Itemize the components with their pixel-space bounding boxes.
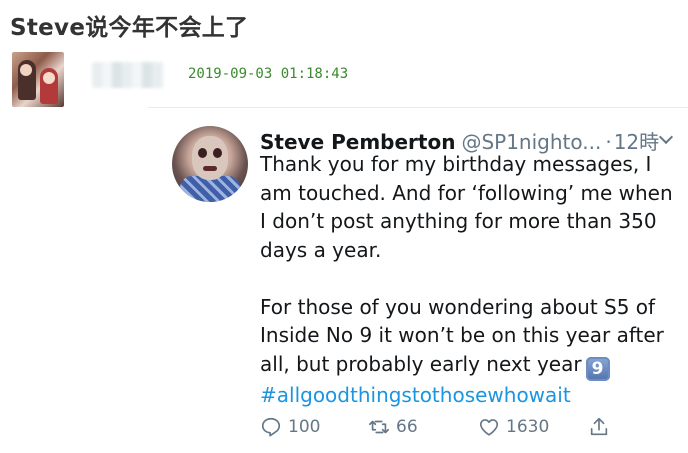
share-icon bbox=[590, 417, 608, 436]
tweet-avatar[interactable] bbox=[172, 126, 248, 202]
retweet-icon bbox=[369, 420, 389, 434]
tweet-actions: 100 66 1630 bbox=[260, 416, 680, 442]
like-count: 1630 bbox=[506, 417, 550, 437]
poster-name-blurred bbox=[92, 62, 164, 88]
tweet-line: Inside No 9 it won’t be on this year aft… bbox=[260, 323, 664, 347]
retweet-count: 66 bbox=[396, 417, 418, 437]
tweet-line: days a year. bbox=[260, 237, 382, 262]
tweet-line: am touched. And for ‘following’ me when bbox=[260, 180, 673, 205]
retweet-button[interactable]: 66 bbox=[368, 416, 418, 438]
share-button[interactable] bbox=[588, 416, 616, 438]
tweet-line: all, but probably early next year bbox=[260, 351, 582, 376]
reply-icon bbox=[261, 417, 281, 437]
tweet-line: For those of you wondering about S5 of bbox=[260, 294, 656, 319]
post-timestamp: 2019-09-03 01:18:43 bbox=[188, 66, 349, 82]
hashtag-link[interactable]: #allgoodthingstothosewhowait bbox=[260, 381, 680, 410]
post-title: Steve说今年不会上了 bbox=[10, 15, 249, 41]
tweet-card[interactable]: Steve Pemberton @SP1nighto... · 12時 Thank y… bbox=[148, 108, 688, 453]
reply-count: 100 bbox=[288, 417, 321, 437]
reply-button[interactable]: 100 bbox=[260, 416, 320, 438]
tweet-line: I don’t post anything for more than 350 bbox=[260, 209, 657, 233]
poster-avatar[interactable] bbox=[12, 52, 64, 107]
keycap-nine-icon: 9 bbox=[585, 356, 610, 381]
chevron-down-icon[interactable] bbox=[660, 132, 674, 142]
heart-icon bbox=[479, 419, 499, 436]
tweet-line: Thank you for my birthday messages, I bbox=[260, 152, 652, 176]
tweet-body: Thank you for my birthday messages, I am… bbox=[260, 150, 680, 409]
tweet-line-with-emoji: all, but probably early next year 9 bbox=[260, 350, 680, 381]
like-button[interactable]: 1630 bbox=[478, 416, 549, 438]
